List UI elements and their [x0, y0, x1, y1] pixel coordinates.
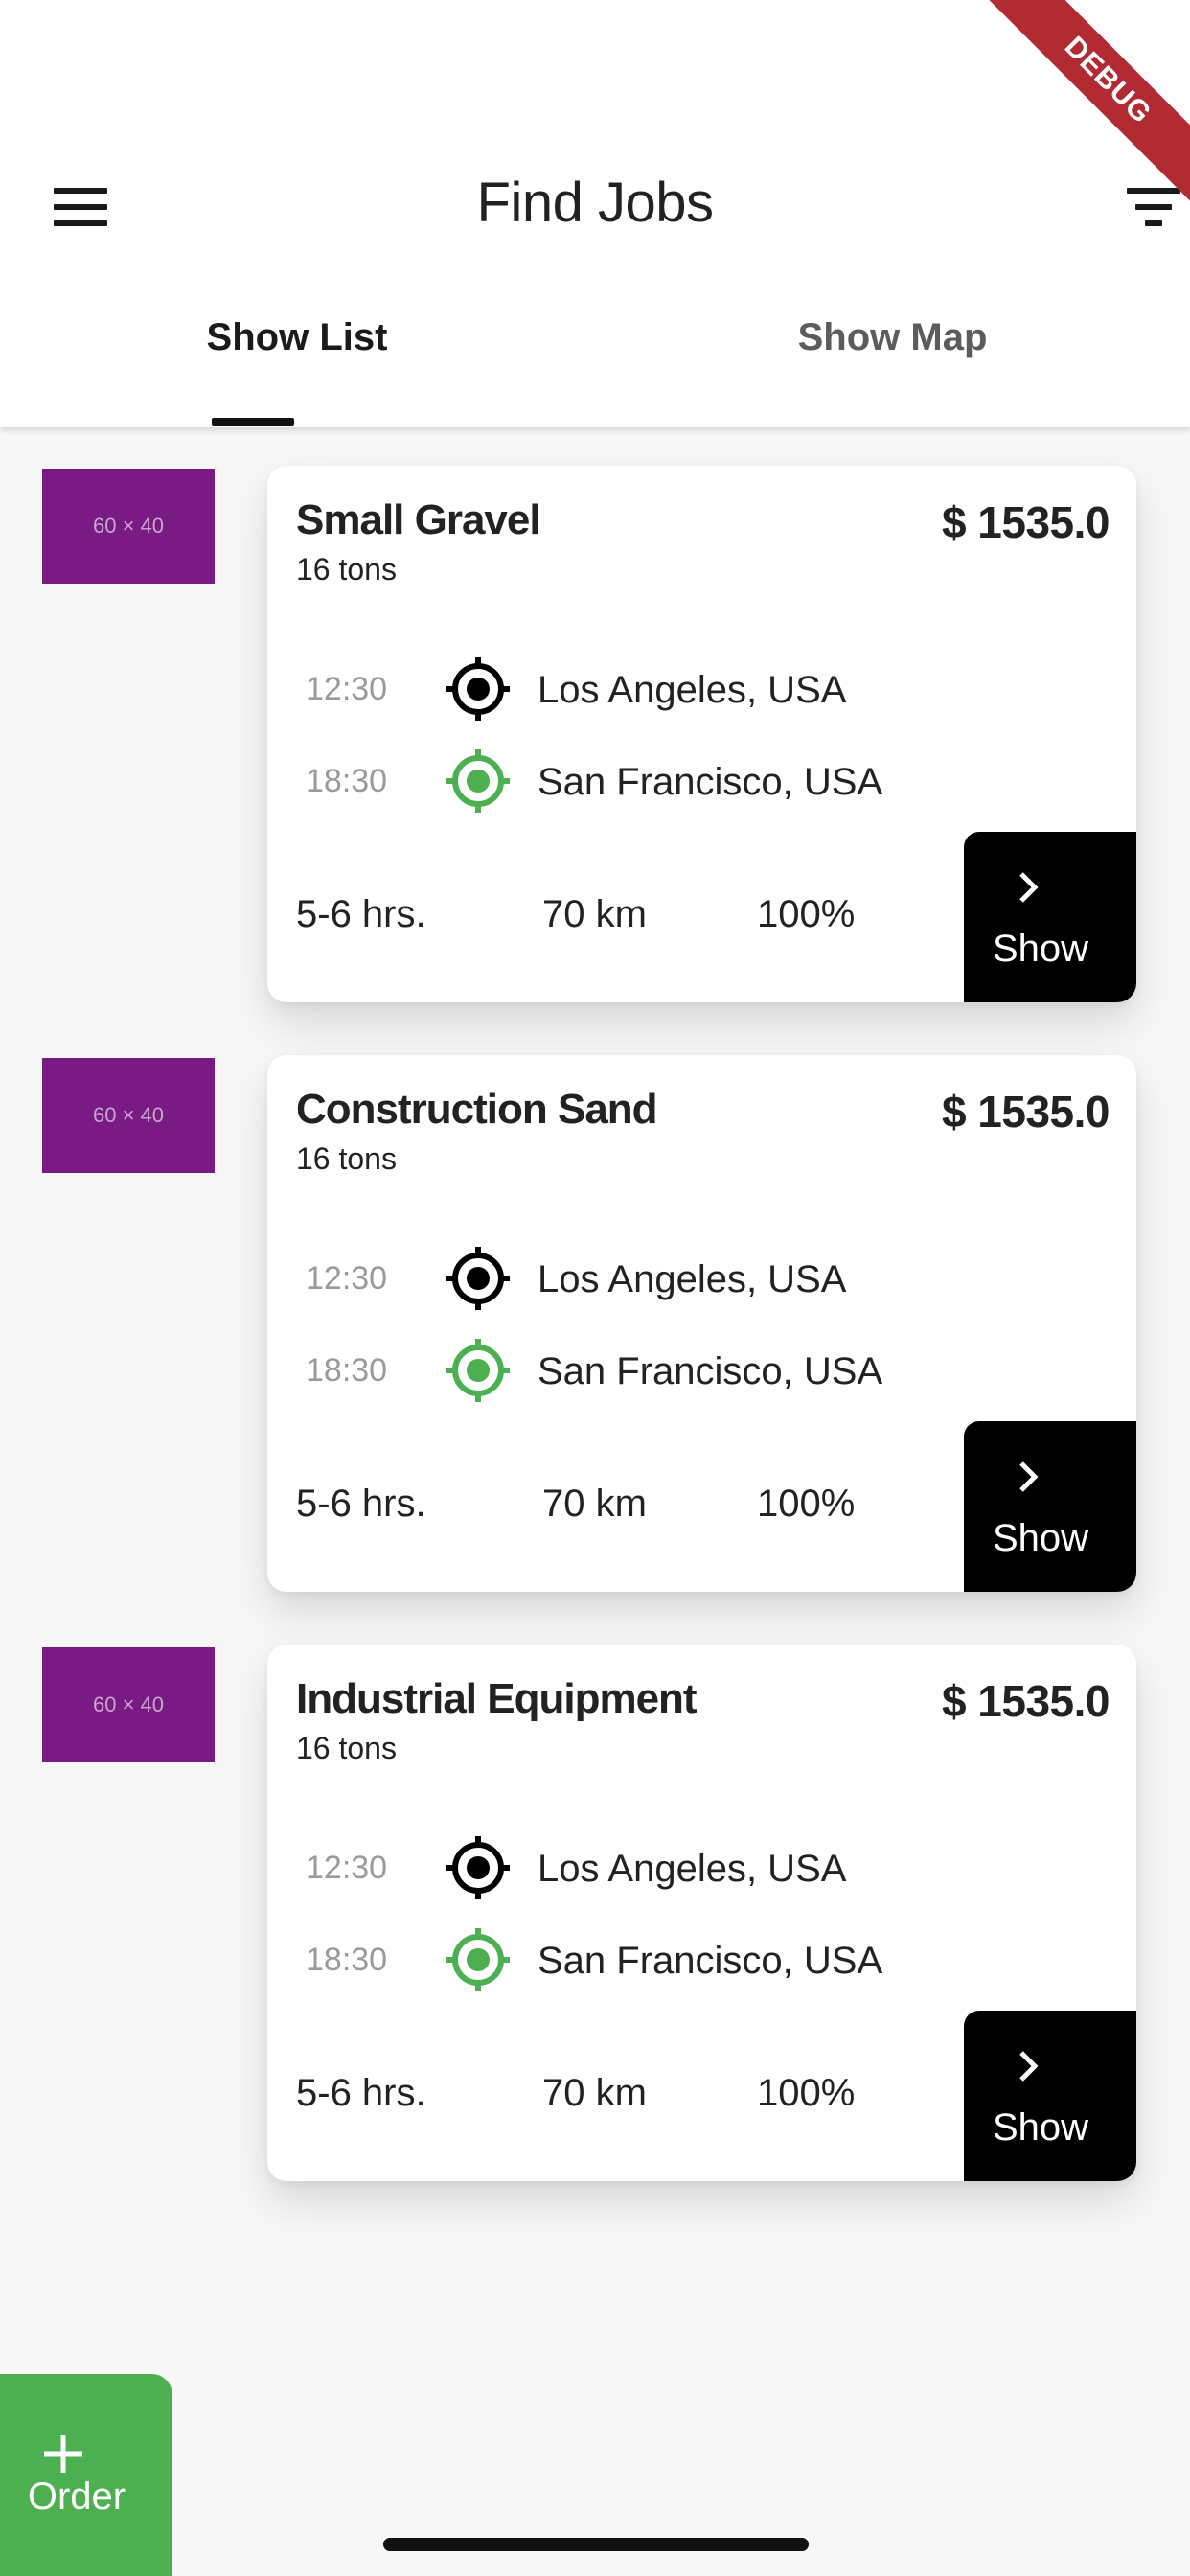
tab-show-list[interactable]: Show List [0, 316, 594, 359]
job-title: Small Gravel [296, 496, 541, 543]
plus-icon [44, 2435, 82, 2473]
pickup-time: 12:30 [306, 1260, 388, 1297]
dropoff-place: San Francisco, USA [538, 1940, 883, 1982]
dropoff-time: 18:30 [306, 1352, 388, 1389]
pickup-time: 12:30 [306, 671, 388, 707]
job-percent: 100% [757, 2072, 856, 2114]
job-title: Industrial Equipment [296, 1675, 698, 1722]
job-distance: 70 km [542, 2072, 647, 2114]
pickup-location-icon [446, 1247, 510, 1310]
job-duration: 5-6 hrs. [296, 1483, 426, 1525]
dropoff-location-icon [446, 1339, 510, 1402]
dropoff-stop: 18:30 San Francisco, USA [296, 1926, 967, 1993]
pickup-place: Los Angeles, USA [538, 1848, 847, 1890]
job-percent: 100% [757, 1483, 856, 1525]
order-button[interactable]: Order [0, 2374, 172, 2576]
chevron-right-icon [1019, 1461, 1039, 1492]
debug-banner: DEBUG [979, 0, 1190, 211]
job-percent: 100% [757, 893, 856, 935]
job-card[interactable]: Construction Sand 16 tons $ 1535.0 12:30… [267, 1055, 1136, 1592]
job-distance: 70 km [542, 1483, 647, 1525]
dropoff-stop: 18:30 San Francisco, USA [296, 748, 967, 815]
pickup-place: Los Angeles, USA [538, 1258, 847, 1300]
dropoff-stop: 18:30 San Francisco, USA [296, 1337, 967, 1404]
job-duration: 5-6 hrs. [296, 893, 426, 935]
pickup-stop: 12:30 Los Angeles, USA [296, 656, 967, 723]
pickup-location-icon [446, 1836, 510, 1899]
job-thumbnail: 60 × 40 [42, 469, 215, 584]
show-button[interactable]: Show [964, 1421, 1136, 1592]
tab-indicator [212, 418, 294, 426]
dropoff-place: San Francisco, USA [538, 1350, 883, 1392]
job-thumbnail: 60 × 40 [42, 1647, 215, 1762]
job-list-item: 60 × 40 Industrial Equipment 16 tons $ 1… [0, 1644, 1190, 2184]
job-card[interactable]: Small Gravel 16 tons $ 1535.0 12:30 Los … [267, 466, 1136, 1002]
job-weight: 16 tons [296, 1141, 397, 1176]
pickup-stop: 12:30 Los Angeles, USA [296, 1245, 967, 1312]
tab-show-map[interactable]: Show Map [595, 316, 1190, 359]
dropoff-place: San Francisco, USA [538, 761, 883, 803]
job-price: $ 1535.0 [941, 1087, 1110, 1137]
dropoff-time: 18:30 [306, 763, 388, 799]
chevron-right-icon [1019, 2051, 1039, 2082]
job-price: $ 1535.0 [941, 497, 1110, 547]
pickup-location-icon [446, 657, 510, 721]
job-list-item: 60 × 40 Small Gravel 16 tons $ 1535.0 12… [0, 466, 1190, 1005]
job-weight: 16 tons [296, 552, 397, 586]
show-button[interactable]: Show [964, 832, 1136, 1002]
show-button-label: Show [992, 2106, 1089, 2149]
order-button-label: Order [27, 2475, 126, 2518]
show-button[interactable]: Show [964, 2011, 1136, 2181]
dropoff-location-icon [446, 749, 510, 813]
job-distance: 70 km [542, 893, 647, 935]
pickup-place: Los Angeles, USA [538, 669, 847, 711]
job-price: $ 1535.0 [941, 1676, 1110, 1726]
chevron-right-icon [1019, 872, 1039, 903]
job-list-item: 60 × 40 Construction Sand 16 tons $ 1535… [0, 1055, 1190, 1595]
pickup-time: 12:30 [306, 1850, 388, 1886]
dropoff-time: 18:30 [306, 1942, 388, 1978]
pickup-stop: 12:30 Los Angeles, USA [296, 1834, 967, 1901]
job-duration: 5-6 hrs. [296, 2072, 426, 2114]
dropoff-location-icon [446, 1928, 510, 1991]
job-title: Construction Sand [296, 1086, 658, 1133]
job-card[interactable]: Industrial Equipment 16 tons $ 1535.0 12… [267, 1644, 1136, 2181]
job-thumbnail: 60 × 40 [42, 1058, 215, 1173]
show-button-label: Show [992, 1517, 1089, 1559]
show-button-label: Show [992, 928, 1089, 970]
job-weight: 16 tons [296, 1731, 397, 1765]
home-indicator [383, 2538, 809, 2551]
